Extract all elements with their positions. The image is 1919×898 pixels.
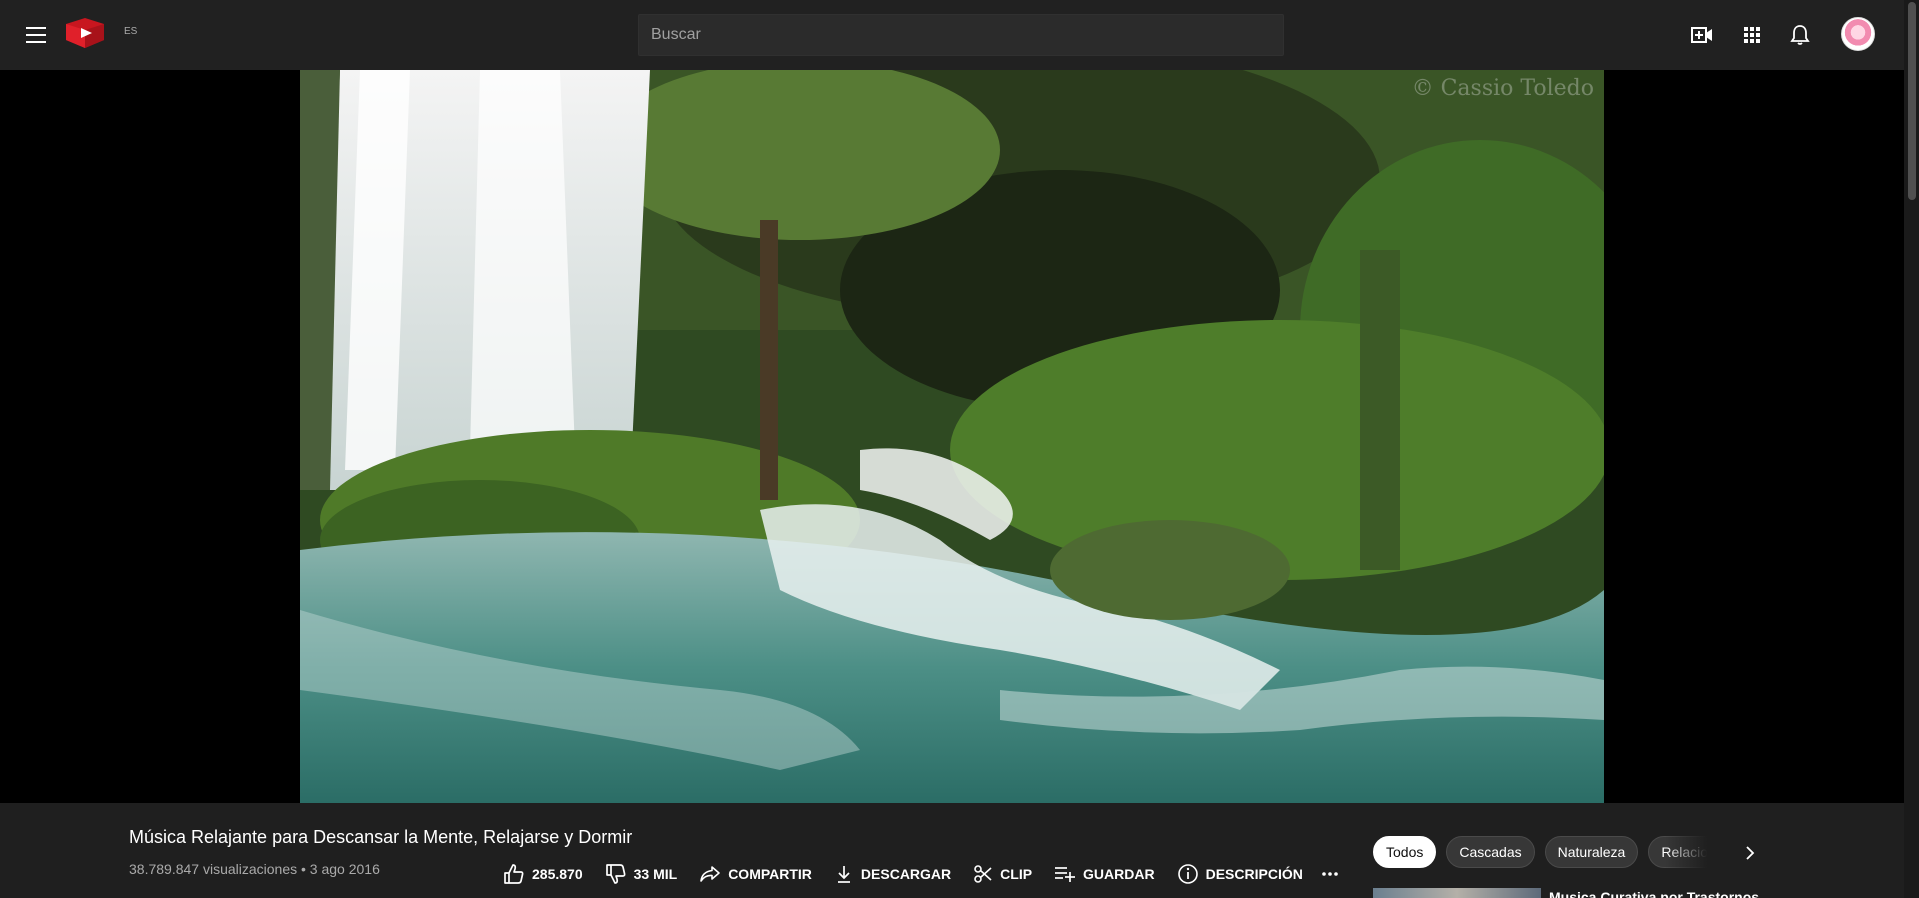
like-count: 285.870: [532, 866, 583, 882]
more-options-icon[interactable]: [1317, 861, 1343, 887]
save-button[interactable]: GUARDAR: [1054, 864, 1155, 884]
clip-button[interactable]: CLIP: [973, 864, 1032, 884]
like-button[interactable]: 285.870: [503, 863, 583, 885]
description-label: DESCRIPCIÓN: [1205, 866, 1303, 882]
chip-fade: [1665, 836, 1725, 868]
download-button[interactable]: DESCARGAR: [834, 864, 951, 884]
chevron-right-icon[interactable]: [1740, 843, 1760, 863]
clip-label: CLIP: [1000, 866, 1033, 882]
recommendation-title[interactable]: Musica Curativa por Trastornos: [1549, 887, 1759, 898]
video-info-panel: Música Relajante para Descansar la Mente…: [0, 803, 1904, 898]
chip-todos[interactable]: Todos: [1373, 836, 1437, 868]
scrollbar-thumb[interactable]: [1908, 2, 1916, 200]
dislike-button[interactable]: 33 MIL: [605, 863, 678, 885]
bell-icon[interactable]: [1785, 20, 1815, 50]
action-bar: 285.870 33 MIL COMPARTIR DESCARGAR CLIP …: [503, 859, 1325, 889]
info-icon: [1177, 864, 1198, 884]
dislike-count: 33 MIL: [633, 866, 678, 882]
logo-icon[interactable]: [62, 16, 108, 50]
video-player[interactable]: © Cassio Toledo: [300, 70, 1604, 803]
recommendation-thumbnail[interactable]: [1373, 888, 1541, 898]
avatar[interactable]: [1841, 17, 1875, 51]
download-label: DESCARGAR: [860, 866, 952, 882]
top-bar: ES: [0, 0, 1904, 70]
share-icon: [700, 866, 720, 882]
download-icon: [837, 866, 850, 883]
search-input[interactable]: [638, 14, 1284, 56]
video-meta: 38.789.847 visualizaciones • 3 ago 2016: [129, 861, 380, 877]
playlist-add-icon: [1055, 867, 1076, 882]
chip-cascadas[interactable]: Cascadas: [1446, 836, 1535, 868]
menu-icon[interactable]: [20, 20, 52, 50]
share-button[interactable]: COMPARTIR: [699, 863, 812, 885]
apps-grid-icon[interactable]: [1737, 20, 1767, 50]
page: ES Buscar © Cassio Toledo Música Relajan…: [0, 0, 1919, 898]
scrollbar[interactable]: [1904, 0, 1919, 898]
description-button[interactable]: DESCRIPCIÓN: [1177, 863, 1303, 885]
video-title: Música Relajante para Descansar la Mente…: [129, 827, 633, 847]
video-watermark: © Cassio Toledo: [1411, 76, 1594, 101]
chip-naturaleza[interactable]: Naturaleza: [1544, 836, 1639, 868]
video-frame-image: [300, 70, 1604, 803]
scissors-icon: [974, 865, 992, 883]
create-video-icon[interactable]: [1687, 20, 1717, 50]
save-label: GUARDAR: [1083, 866, 1155, 882]
language-label: ES: [124, 26, 138, 37]
thumbs-up-icon: [504, 864, 524, 884]
thumbs-down-icon: [605, 864, 626, 884]
share-label: COMPARTIR: [728, 866, 812, 882]
